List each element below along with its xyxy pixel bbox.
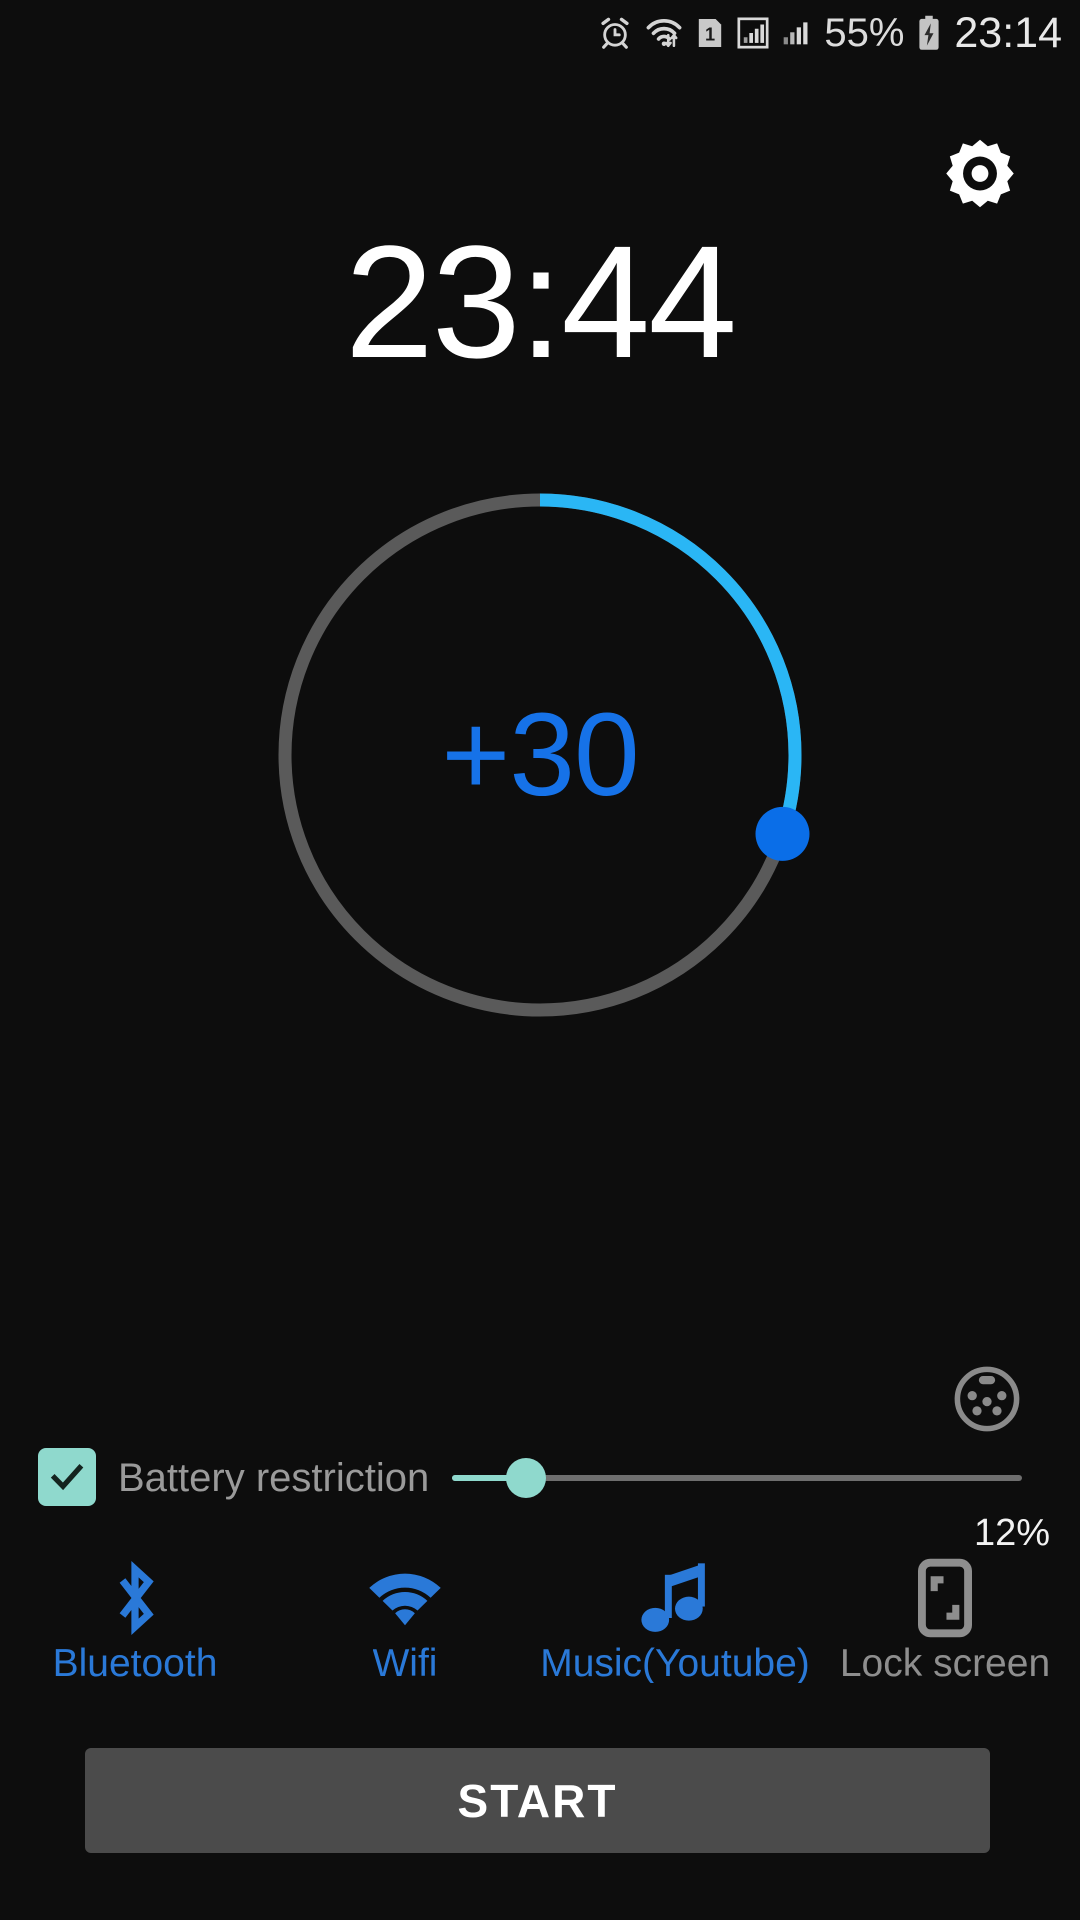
- target-time-display: 23:44: [344, 212, 737, 391]
- toggle-lock-screen[interactable]: Lock screen: [810, 1552, 1080, 1712]
- battery-restriction-value-label: 12%: [973, 1512, 1050, 1554]
- slider-thumb[interactable]: [506, 1458, 546, 1498]
- app-screen: 1 55% 23:14 23:44 +30 Battery restrictio…: [0, 0, 1080, 1920]
- toggle-wifi[interactable]: Wifi: [270, 1552, 540, 1712]
- gear-icon: [946, 139, 1014, 208]
- duration-dial[interactable]: +30: [245, 460, 835, 1050]
- toggle-lock-screen-label: Lock screen: [839, 1644, 1051, 1683]
- quick-toggle-row: Bluetooth Wifi Music(Youtube) Lock scree…: [0, 1552, 1080, 1712]
- wifi-transfer-icon: [644, 16, 684, 50]
- music-note-icon: [640, 1552, 710, 1644]
- battery-charging-icon: [916, 15, 942, 51]
- signal-boxed-icon: [736, 16, 770, 50]
- settings-button[interactable]: [944, 136, 1016, 208]
- wifi-icon: [365, 1552, 445, 1644]
- bluetooth-icon: [103, 1552, 167, 1644]
- toggle-music-label: Music(Youtube): [540, 1644, 810, 1683]
- toggle-wifi-label: Wifi: [372, 1644, 438, 1683]
- dial-value-label: +30: [441, 689, 639, 821]
- battery-restriction-label: Battery restriction: [118, 1456, 430, 1500]
- status-bar: 1 55% 23:14: [0, 0, 1080, 66]
- toggle-bluetooth-label: Bluetooth: [52, 1644, 218, 1683]
- connector-settings-button[interactable]: [950, 1362, 1024, 1436]
- start-button[interactable]: START: [85, 1748, 990, 1853]
- status-bar-clock: 23:14: [954, 8, 1062, 57]
- signal-bars-icon: [782, 16, 812, 50]
- sim-1-icon: 1: [696, 16, 724, 50]
- lock-screen-icon: [918, 1552, 972, 1644]
- battery-percent-label: 55%: [824, 11, 905, 55]
- toggle-music[interactable]: Music(Youtube): [540, 1552, 810, 1712]
- din-connector-icon: [954, 1366, 1020, 1432]
- battery-restriction-row: Battery restriction: [0, 1448, 1080, 1520]
- check-icon: [50, 1464, 84, 1491]
- toggle-bluetooth[interactable]: Bluetooth: [0, 1552, 270, 1712]
- alarm-clock-icon: [598, 16, 632, 50]
- battery-restriction-slider[interactable]: [452, 1458, 1022, 1498]
- start-button-label: START: [457, 1774, 618, 1827]
- svg-text:1: 1: [705, 25, 715, 45]
- battery-restriction-checkbox[interactable]: [38, 1448, 96, 1506]
